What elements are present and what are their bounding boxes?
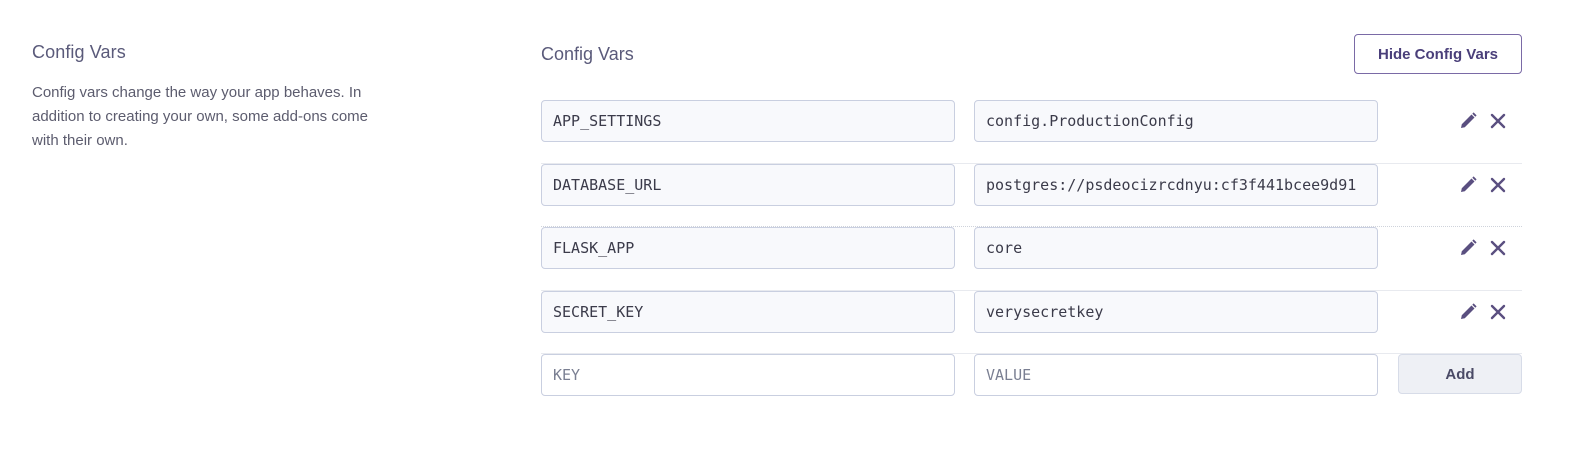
row-actions xyxy=(1458,301,1508,323)
pencil-icon[interactable] xyxy=(1458,302,1478,322)
section-description: Config vars change the way your app beha… xyxy=(32,84,369,149)
close-icon[interactable] xyxy=(1488,175,1508,195)
config-vars-page: Config Vars Config vars change the way y… xyxy=(0,0,1577,453)
pencil-icon[interactable] xyxy=(1458,238,1478,258)
config-var-value[interactable]: config.ProductionConfig xyxy=(974,100,1378,142)
add-config-var-button[interactable]: Add xyxy=(1398,354,1522,394)
config-vars-list: APP_SETTINGS config.ProductionConfig DAT… xyxy=(541,100,1522,418)
config-var-row: SECRET_KEY verysecretkey xyxy=(541,290,1522,354)
hide-config-vars-button[interactable]: Hide Config Vars xyxy=(1354,34,1522,74)
row-actions xyxy=(1458,110,1508,132)
config-var-key[interactable]: DATABASE_URL xyxy=(541,163,955,206)
config-var-row: APP_SETTINGS config.ProductionConfig xyxy=(541,100,1522,164)
new-config-var-row: KEY VALUE Add xyxy=(541,354,1522,418)
close-icon[interactable] xyxy=(1488,302,1508,322)
close-icon[interactable] xyxy=(1488,238,1508,258)
config-var-key[interactable]: SECRET_KEY xyxy=(541,290,955,333)
row-actions xyxy=(1458,237,1508,259)
row-actions xyxy=(1458,174,1508,196)
section-title: Config Vars xyxy=(32,42,126,62)
close-icon[interactable] xyxy=(1488,111,1508,131)
panel-header: Config Vars Hide Config Vars xyxy=(541,34,1522,82)
config-var-row: DATABASE_URL postgres://psdeocizrcdnyu:c… xyxy=(541,163,1522,227)
config-var-key[interactable]: APP_SETTINGS xyxy=(541,100,955,142)
config-var-row: FLASK_APP core xyxy=(541,227,1522,291)
config-var-value[interactable]: verysecretkey xyxy=(974,290,1378,333)
pencil-icon[interactable] xyxy=(1458,175,1478,195)
new-value-input[interactable]: VALUE xyxy=(974,354,1378,396)
pencil-icon[interactable] xyxy=(1458,111,1478,131)
config-var-value[interactable]: core xyxy=(974,227,1378,269)
new-key-input[interactable]: KEY xyxy=(541,354,955,396)
config-vars-panel: Config Vars Hide Config Vars APP_SETTING… xyxy=(541,34,1522,418)
config-var-key[interactable]: FLASK_APP xyxy=(541,227,955,269)
config-vars-info: Config Vars Config vars change the way y… xyxy=(32,42,392,153)
panel-title: Config Vars xyxy=(541,44,634,64)
config-var-value[interactable]: postgres://psdeocizrcdnyu:cf3f441bcee9d9… xyxy=(974,163,1378,206)
